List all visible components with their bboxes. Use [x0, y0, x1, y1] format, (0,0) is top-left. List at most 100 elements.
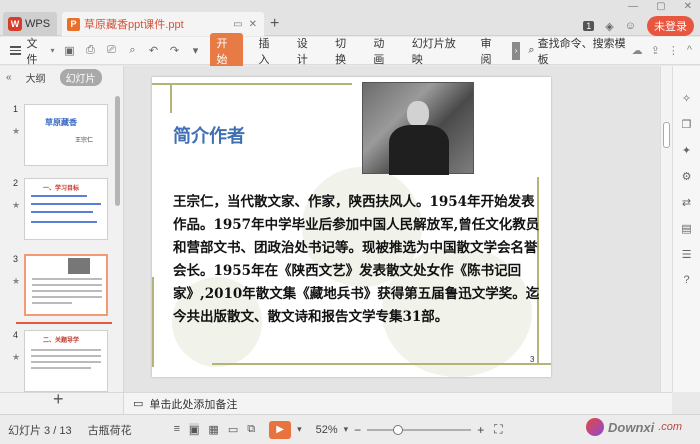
decorative-vine [152, 83, 352, 85]
slide-3[interactable]: 简介作者 王宗仁，当代散文家、作家，陕西扶风人。1954年开始发表作品。1957… [152, 77, 551, 377]
wps-home-tab[interactable]: W WPS [3, 12, 57, 36]
thumbnail-image: 草原藏香 王宗仁 [24, 104, 108, 166]
copy-icon[interactable]: ❐ [682, 118, 692, 131]
slide-canvas: 简介作者 王宗仁，当代散文家、作家，陕西扶风人。1954年开始发表作品。1957… [124, 66, 660, 392]
notes-toggle-icon[interactable]: ≡ [174, 423, 180, 436]
tab-transition[interactable]: 切换 [326, 35, 364, 67]
more-quick-actions-icon[interactable]: ▾ [188, 44, 202, 57]
add-tab-button[interactable]: + [270, 15, 279, 33]
thumbnail-text-line [32, 278, 102, 280]
zoom-level[interactable]: 52% [316, 424, 338, 436]
more-tabs-button[interactable]: › [511, 41, 521, 60]
zoom-slider-knob[interactable] [393, 424, 404, 435]
user-icon[interactable]: ☺ [625, 20, 636, 32]
animation-star-icon: ★ [12, 200, 21, 210]
command-search[interactable]: ⌕ 查找命令、搜索模板 [528, 35, 631, 67]
thumbnail-text-line [31, 203, 101, 205]
image-icon[interactable]: ▤ [681, 222, 691, 235]
thumbnail-text-line [32, 296, 102, 298]
print-preview-icon[interactable]: ⌕ [125, 44, 139, 57]
share-icon[interactable]: ⇪ [651, 44, 660, 57]
help-icon[interactable]: ? [683, 274, 689, 286]
thumbnail-number: 1 [13, 104, 19, 114]
file-menu[interactable]: 文件 [26, 35, 47, 67]
thumbnail-title: 草原藏香 [45, 118, 77, 127]
shape-icon[interactable]: ✧ [682, 92, 691, 105]
tab-insert[interactable]: 插入 [249, 35, 287, 67]
slide-counter: 幻灯片 3 / 13 [8, 424, 72, 437]
zoom-slider[interactable] [367, 424, 472, 435]
close-icon[interactable]: ✕ [684, 1, 692, 12]
slide-body-text: 王宗仁，当代散文家、作家，陕西扶风人。1954年开始发表作品。1957年中学毕业… [173, 194, 540, 325]
tab-review[interactable]: 审阅 [472, 35, 510, 67]
save-icon[interactable]: ▣ [62, 44, 76, 57]
transition-icon[interactable]: ⇄ [682, 196, 691, 209]
tab-slideshow[interactable]: 幻灯片放映 [403, 35, 472, 67]
thumbnail-image: 二、关题导学 [24, 330, 108, 392]
decorative-vine [152, 277, 154, 367]
tab-close-icon[interactable]: ✕ [249, 19, 257, 30]
thumbnail-number: 2 [13, 178, 19, 188]
add-slide-button[interactable]: + [53, 389, 64, 410]
vertical-scrollbar[interactable] [660, 66, 672, 392]
collapse-panel-icon[interactable]: « [6, 72, 12, 83]
play-slideshow-button[interactable]: ▶ [269, 420, 292, 439]
chevron-down-icon[interactable]: ▾ [50, 46, 54, 55]
thumbnail-text-line [31, 367, 91, 369]
undo-icon[interactable]: ↶ [146, 44, 160, 57]
play-options-chevron-icon[interactable]: ▾ [297, 424, 302, 435]
thumbnail-text-line [31, 355, 101, 357]
skin-icon[interactable]: ◈ [605, 20, 613, 33]
zoom-out-button[interactable]: − [354, 423, 361, 437]
tab-outline[interactable]: 大纲 [26, 70, 46, 85]
tab-start[interactable]: 开始 [210, 32, 244, 69]
decorative-vine [212, 363, 551, 365]
login-button[interactable]: 未登录 [647, 16, 694, 36]
animation-icon[interactable]: ✦ [682, 144, 691, 157]
settings-icon[interactable]: ☰ [682, 248, 692, 261]
normal-view-icon[interactable]: ▣ [189, 423, 200, 436]
search-icon: ⌕ [528, 44, 535, 56]
author-photo [362, 82, 474, 175]
tab-slides[interactable]: 幻灯片 [59, 68, 102, 86]
reading-view-icon[interactable]: ▭ [228, 423, 238, 436]
tab-design[interactable]: 设计 [288, 35, 326, 67]
slide-page-number: 3 [530, 355, 535, 364]
ppt-file-icon: P [67, 17, 80, 31]
notes-icon: ▭ [133, 398, 144, 410]
export-pdf-icon[interactable]: ⎙ [83, 44, 97, 57]
sorter-view-icon[interactable]: ▦ [208, 423, 218, 436]
thumbnail-text-line [32, 284, 102, 286]
zoom-chevron-icon[interactable]: ▾ [344, 424, 349, 435]
watermark-suffix: .com [658, 421, 683, 433]
zoom-in-button[interactable]: + [477, 423, 484, 437]
right-sidebar: ✧ ❐ ✦ ⚙ ⇄ ▤ ☰ ? [672, 66, 700, 392]
theme-name[interactable]: 古瓶荷花 [88, 422, 132, 438]
hamburger-menu-icon[interactable] [10, 46, 22, 55]
decorative-vine [170, 83, 172, 113]
cloud-sync-icon[interactable]: ☁ [632, 44, 643, 57]
thumbnail-heading: 二、关题导学 [43, 338, 80, 344]
tab-monitor-icon[interactable]: ▭ [233, 19, 242, 30]
collapse-ribbon-icon[interactable]: ^ [687, 44, 692, 57]
minimize-icon[interactable]: — [628, 1, 638, 12]
thumbnail-heading: 一、学习目标 [43, 186, 80, 192]
notification-badge[interactable]: 1 [583, 21, 595, 31]
notes-area[interactable]: ▭ 单击此处添加备注 [124, 392, 672, 414]
watermark-text: Downxi [608, 419, 655, 435]
tab-animation[interactable]: 动画 [364, 35, 402, 67]
thumbnail-subtitle: 王宗仁 [75, 138, 94, 144]
fit-window-icon[interactable]: ⛶ [494, 422, 502, 437]
more-options-icon[interactable]: ⋮ [668, 44, 679, 57]
print-icon[interactable]: ⎚ [104, 44, 118, 57]
thumbnail-number: 4 [13, 330, 19, 340]
notes-placeholder: 单击此处添加备注 [149, 398, 238, 411]
presenter-view-icon[interactable]: ⧉ [247, 423, 255, 436]
thumbnail-image-selected [24, 254, 108, 316]
adjust-icon[interactable]: ⚙ [682, 170, 692, 183]
redo-icon[interactable]: ↷ [167, 44, 181, 57]
panel-scrollbar[interactable] [115, 96, 120, 206]
scrollbar-thumb[interactable] [663, 122, 670, 148]
maximize-icon[interactable]: ▢ [656, 1, 665, 12]
thumbnail-text-line [31, 211, 93, 213]
